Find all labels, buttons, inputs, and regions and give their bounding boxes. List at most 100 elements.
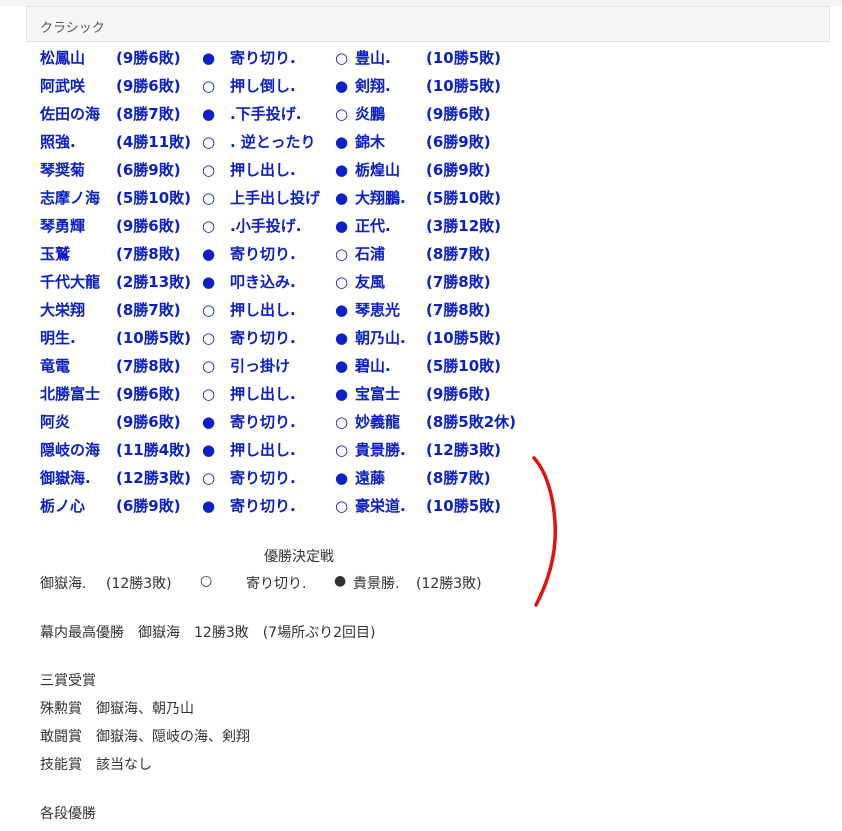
bout-west-mark: ● xyxy=(335,301,349,319)
bout-west-record: (10勝5敗) xyxy=(426,329,502,347)
playoff-kimarite: 寄り切り. xyxy=(246,576,307,592)
playoff-title: 優勝決定戦 xyxy=(264,549,334,565)
bout-east-mark: ○ xyxy=(202,385,216,403)
bout-west-mark: ● xyxy=(335,385,349,403)
bout-east-record: (4勝11敗) xyxy=(116,133,192,151)
bout-east: 阿武咲 xyxy=(40,77,86,95)
bout-kimarite: 押し出し. xyxy=(230,441,296,459)
bout-west-record: (8勝7敗) xyxy=(426,469,491,487)
bout-west: 琴恵光 xyxy=(355,301,401,319)
red-annotation-stroke xyxy=(532,456,558,607)
bout-west-mark: ○ xyxy=(335,49,349,67)
bout-west-record: (5勝10敗) xyxy=(426,357,502,375)
bout-west-mark: ● xyxy=(335,469,349,487)
bout-east: 大栄翔 xyxy=(40,301,86,319)
bout-kimarite: 引っ掛け xyxy=(230,357,291,375)
bout-east: 志摩ノ海 xyxy=(40,189,101,207)
bout-east-record: (7勝8敗) xyxy=(116,357,181,375)
bout-west: 宝富士 xyxy=(355,385,401,403)
bout-west: 炎鵬 xyxy=(355,105,386,123)
bout-east-record: (9勝6敗) xyxy=(116,77,181,95)
kanto-sho: 敢闘賞 御嶽海、隠岐の海、剣翔 xyxy=(40,729,250,745)
bout-east-mark: ○ xyxy=(202,329,216,347)
bout-west-mark: ● xyxy=(335,329,349,347)
bout-east-mark: ○ xyxy=(202,301,216,319)
playoff-west-mark: ● xyxy=(334,573,347,589)
bout-kimarite: 寄り切り. xyxy=(230,413,296,431)
playoff-east: 御嶽海. xyxy=(40,576,87,592)
bout-west-record: (9勝6敗) xyxy=(426,105,491,123)
bout-west-record: (3勝12敗) xyxy=(426,217,502,235)
bout-east-record: (10勝5敗) xyxy=(116,329,192,347)
bout-kimarite: 寄り切り. xyxy=(230,329,296,347)
bout-west-mark: ● xyxy=(335,217,349,235)
shukun-sho: 殊勲賞 御嶽海、朝乃山 xyxy=(40,701,194,717)
bout-east-mark: ○ xyxy=(202,469,216,487)
bout-east-mark: ● xyxy=(202,245,216,263)
bout-west-record: (10勝5敗) xyxy=(426,497,502,515)
bout-east: 御嶽海. xyxy=(40,469,91,487)
bout-kimarite: 押し倒し. xyxy=(230,77,296,95)
bout-kimarite: 押し出し. xyxy=(230,301,296,319)
kakudan-heading: 各段優勝 xyxy=(40,806,96,822)
bout-kimarite: 寄り切り. xyxy=(230,497,296,515)
bout-east-mark: ● xyxy=(202,273,216,291)
bout-east: 琴奨菊 xyxy=(40,161,86,179)
bout-west-record: (7勝8敗) xyxy=(426,301,491,319)
bout-kimarite: 押し出し. xyxy=(230,161,296,179)
bout-west-record: (8勝5敗2休) xyxy=(426,413,517,431)
bout-west-mark: ● xyxy=(335,161,349,179)
bout-west-record: (6勝9敗) xyxy=(426,161,491,179)
bout-east-record: (9勝6敗) xyxy=(116,385,181,403)
bout-west-record: (8勝7敗) xyxy=(426,245,491,263)
bout-west-mark: ○ xyxy=(335,105,349,123)
sansho-heading: 三賞受賞 xyxy=(40,673,96,689)
bout-west: 友風 xyxy=(355,273,386,291)
bout-west: 貴景勝. xyxy=(355,441,406,459)
bout-east-mark: ○ xyxy=(202,357,216,375)
bout-east-record: (11勝4敗) xyxy=(116,441,192,459)
category-title: クラシック xyxy=(40,21,105,36)
bout-east: 玉鷲 xyxy=(40,245,71,263)
yusho-line: 幕内最高優勝 御嶽海 12勝3敗 (7場所ぶり2回目) xyxy=(40,625,376,641)
bout-west-record: (5勝10敗) xyxy=(426,189,502,207)
bout-kimarite: 叩き込み. xyxy=(230,273,296,291)
bout-kimarite: 上手出し投げ xyxy=(230,189,321,207)
bout-east-record: (12勝3敗) xyxy=(116,469,192,487)
bout-east-mark: ○ xyxy=(202,217,216,235)
bout-east: 千代大龍 xyxy=(40,273,101,291)
category-header: クラシック xyxy=(26,6,830,42)
bout-east-record: (6勝9敗) xyxy=(116,497,181,515)
bout-east: 松鳳山 xyxy=(40,49,86,67)
bout-kimarite: .小手投げ. xyxy=(230,217,302,235)
bout-west-mark: ● xyxy=(335,189,349,207)
bout-east: 隠岐の海 xyxy=(40,441,101,459)
bout-east: 竜電 xyxy=(40,357,71,375)
bout-east-mark: ● xyxy=(202,105,216,123)
bout-west: 豊山. xyxy=(355,49,391,67)
bout-west-record: (6勝9敗) xyxy=(426,133,491,151)
bout-west-mark: ○ xyxy=(335,273,349,291)
bout-east-mark: ● xyxy=(202,441,216,459)
bout-west-mark: ○ xyxy=(335,441,349,459)
bout-east: 栃ノ心 xyxy=(40,497,86,515)
bout-west: 豪栄道. xyxy=(355,497,406,515)
bout-west: 妙義龍 xyxy=(355,413,401,431)
bout-east: 照強. xyxy=(40,133,76,151)
bout-east-mark: ○ xyxy=(202,77,216,95)
bout-west: 石浦 xyxy=(355,245,386,263)
bout-east: 佐田の海 xyxy=(40,105,101,123)
bout-east-record: (9勝6敗) xyxy=(116,217,181,235)
bout-west-mark: ● xyxy=(335,357,349,375)
bout-west-record: (10勝5敗) xyxy=(426,49,502,67)
bout-east-record: (6勝9敗) xyxy=(116,161,181,179)
bout-east-mark: ● xyxy=(202,49,216,67)
bout-east-mark: ○ xyxy=(202,161,216,179)
bout-east-record: (2勝13敗) xyxy=(116,273,192,291)
bout-east-record: (8勝7敗) xyxy=(116,301,181,319)
bout-west-record: (12勝3敗) xyxy=(426,441,502,459)
bout-east: 北勝富士 xyxy=(40,385,101,403)
bout-west: 正代. xyxy=(355,217,391,235)
bout-west: 錦木 xyxy=(355,133,386,151)
bout-west: 朝乃山. xyxy=(355,329,406,347)
